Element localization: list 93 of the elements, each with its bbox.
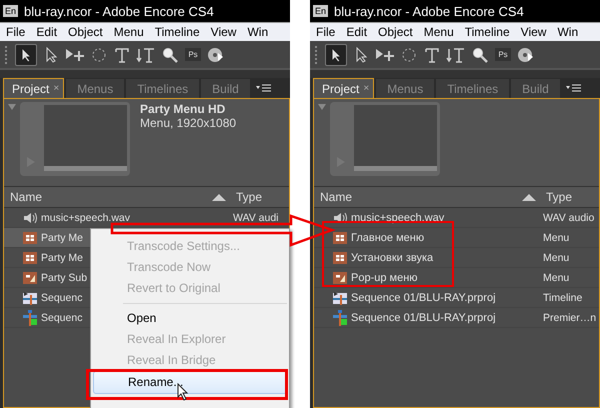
item-type: Menu — [543, 252, 570, 264]
window-title: blu-ray.ncor - Adobe Encore CS4 — [334, 4, 524, 18]
project-row[interactable]: Pop-up меню Menu — [314, 268, 599, 288]
menu-icon — [23, 232, 37, 244]
item-name: Party Sub — [41, 272, 88, 284]
timeline-icon — [23, 290, 37, 304]
column-header[interactable]: Type — [546, 190, 572, 204]
timeline-icon — [333, 290, 347, 304]
photoshop-badge: Ps — [185, 48, 201, 61]
submenu-icon — [333, 272, 347, 284]
speaker-icon — [23, 212, 37, 224]
panel-menu-icon[interactable] — [256, 84, 272, 94]
item-type: WAV audio — [543, 212, 596, 224]
menu-item[interactable]: View — [210, 25, 236, 39]
menu-item[interactable]: View — [520, 25, 546, 39]
zoom-icon — [472, 46, 488, 62]
move-icon — [375, 46, 395, 62]
menu-item[interactable]: Edit — [36, 25, 58, 39]
item-type: Menu — [543, 232, 570, 244]
disc-icon — [517, 46, 535, 62]
item-title: Party Menu HD — [140, 102, 226, 116]
project-row[interactable]: music+speech.wav WAV audio — [314, 208, 599, 228]
grip-icon — [315, 46, 320, 64]
menu-icon — [333, 252, 347, 264]
rotate-icon — [401, 46, 417, 62]
item-type: Premier…n — [543, 312, 598, 324]
arrow-icon — [45, 46, 57, 62]
menu-item[interactable]: Timeline — [464, 25, 510, 39]
item-name: Party Me — [41, 232, 84, 244]
panel-tab[interactable]: Project × — [313, 78, 374, 98]
column-header[interactable]: Type — [236, 190, 262, 204]
menu-icon — [23, 252, 37, 264]
item-name: Sequenc — [41, 292, 82, 304]
item-name: Sequence 01/BLU-RAY.prproj — [351, 292, 496, 304]
menu-item[interactable]: Edit — [346, 25, 368, 39]
menu-item[interactable]: Object — [68, 25, 103, 39]
tool-button[interactable] — [15, 44, 37, 66]
panel-menu-icon[interactable] — [566, 84, 582, 94]
item-name: Установки звука — [351, 252, 434, 264]
text-tool-icon — [424, 46, 440, 62]
item-type: Menu — [543, 272, 570, 284]
item-type: WAV audi — [233, 212, 280, 224]
rotate-icon — [91, 46, 107, 62]
sequence-icon — [23, 310, 37, 326]
item-name: Pop-up меню — [351, 272, 418, 284]
menu-item[interactable]: Timeline — [154, 25, 200, 39]
tool-button[interactable]: Ps — [494, 44, 512, 64]
move-icon — [65, 46, 85, 62]
app-badge: En — [3, 5, 18, 17]
project-row[interactable]: Установки звука Menu — [314, 248, 599, 268]
text-tool-icon — [114, 46, 130, 62]
sort-icon — [522, 193, 536, 201]
disc-icon — [207, 46, 225, 62]
grip-icon — [5, 46, 10, 64]
arrow-icon — [20, 46, 32, 62]
project-row[interactable]: Sequence 01/BLU-RAY.prproj Premier…n — [314, 308, 599, 328]
project-row[interactable]: Главное меню Menu — [314, 228, 599, 248]
item-name: Sequence 01/BLU-RAY.prproj — [351, 312, 496, 324]
app-badge: En — [313, 5, 328, 17]
menu-item[interactable]: Object — [378, 25, 413, 39]
item-name: music+speech.wav — [351, 212, 444, 224]
speaker-icon — [333, 212, 347, 224]
vertical-text-icon — [446, 46, 466, 62]
item-details: Menu, 1920x1080 — [140, 116, 236, 130]
item-name: Party Me — [41, 252, 84, 264]
context-menu-item[interactable]: Rename... — [93, 371, 287, 394]
menu-item[interactable]: Win — [247, 25, 268, 39]
menu-icon — [333, 232, 347, 244]
item-name: Sequenc — [41, 312, 82, 324]
submenu-icon — [23, 272, 37, 284]
menu-item[interactable]: Menu — [114, 25, 144, 39]
item-name: music+speech.wav — [41, 212, 130, 224]
sort-icon — [212, 193, 226, 201]
arrow-icon — [330, 46, 342, 62]
menu-item[interactable]: File — [316, 25, 336, 39]
tool-button[interactable]: Ps — [184, 44, 202, 64]
zoom-icon — [162, 46, 178, 62]
column-header[interactable]: Name — [320, 190, 522, 204]
vertical-text-icon — [136, 46, 156, 62]
context-menu-item[interactable]: Open — [93, 308, 287, 329]
sequence-icon — [333, 310, 347, 326]
photoshop-badge: Ps — [495, 48, 511, 61]
menu-item[interactable]: File — [6, 25, 26, 39]
tool-button[interactable] — [325, 44, 347, 66]
arrow-icon — [355, 46, 367, 62]
item-name: Главное меню — [351, 232, 424, 244]
column-header[interactable]: Name — [10, 190, 212, 204]
menu-item[interactable]: Win — [557, 25, 578, 39]
menu-item[interactable]: Menu — [424, 25, 454, 39]
panel-tab[interactable]: Project × — [3, 78, 64, 98]
project-row[interactable]: Sequence 01/BLU-RAY.prproj Timeline — [314, 288, 599, 308]
window-title: blu-ray.ncor - Adobe Encore CS4 — [24, 4, 214, 18]
item-type: Timeline — [543, 292, 584, 304]
